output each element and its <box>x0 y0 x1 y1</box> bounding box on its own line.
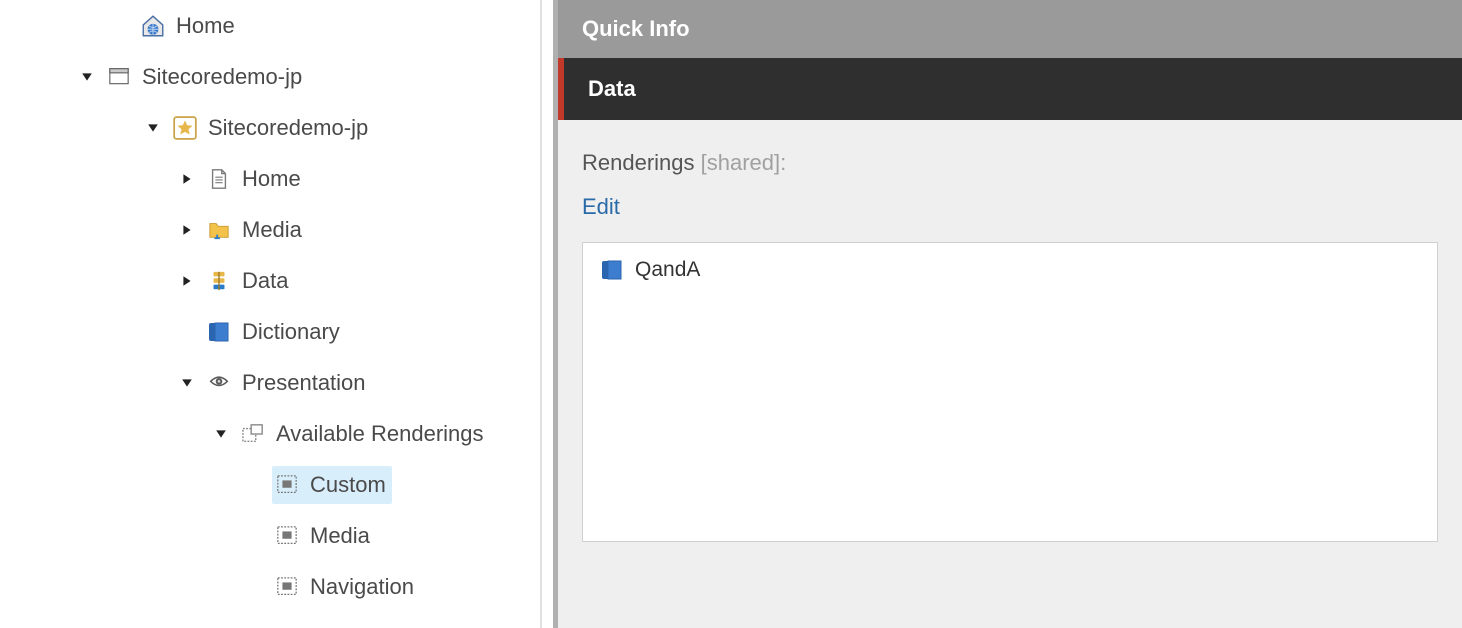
field-name: Renderings <box>582 150 695 175</box>
section-header-data[interactable]: Data <box>558 58 1462 120</box>
tree-node-label: Presentation <box>242 370 366 396</box>
data-stack-icon <box>206 268 232 294</box>
tree-node-label: Home <box>242 166 301 192</box>
section-title: Data <box>588 76 636 101</box>
tree-node-media[interactable]: Media <box>0 204 540 255</box>
tree-node-dictionary[interactable]: Dictionary <box>0 306 540 357</box>
app-root: Home Sitecoredemo-jp <box>0 0 1462 628</box>
expand-arrow-right-icon[interactable] <box>178 170 196 188</box>
tree-node-home-root[interactable]: Home <box>0 0 540 51</box>
section-title: Quick Info <box>582 16 690 41</box>
tree-node-label: Navigation <box>310 574 414 600</box>
tree-node-label: Dictionary <box>242 319 340 345</box>
tree-node-available-renderings[interactable]: Available Renderings <box>0 408 540 459</box>
tree-node-label: Media <box>242 217 302 243</box>
field-shared-indicator: [shared]: <box>701 150 787 175</box>
home-globe-icon <box>140 13 166 39</box>
renderings-icon <box>240 421 266 447</box>
expand-arrow-right-icon[interactable] <box>178 221 196 239</box>
book-icon <box>599 257 625 283</box>
window-icon <box>106 64 132 90</box>
expand-arrow-right-icon[interactable] <box>178 272 196 290</box>
content-editor-panel: Quick Info Data Renderings [shared]: Edi… <box>558 0 1462 628</box>
edit-link[interactable]: Edit <box>582 194 620 220</box>
tree-node-rendering-navigation[interactable]: Navigation <box>0 561 540 612</box>
document-icon <box>206 166 232 192</box>
field-renderings: Renderings [shared]: Edit <box>558 120 1462 232</box>
tree-node-label: Custom <box>310 472 386 498</box>
tree-node-presentation[interactable]: Presentation <box>0 357 540 408</box>
rendering-item[interactable]: QandA <box>599 257 1421 283</box>
expand-arrow-down-icon[interactable] <box>144 119 162 137</box>
expand-arrow-down-icon[interactable] <box>178 374 196 392</box>
selection-icon <box>274 472 300 498</box>
tree-node-label: Available Renderings <box>276 421 484 447</box>
book-icon <box>206 319 232 345</box>
star-box-icon <box>172 115 198 141</box>
tree-node-home[interactable]: Home <box>0 153 540 204</box>
content-tree-panel: Home Sitecoredemo-jp <box>0 0 540 628</box>
selection-icon <box>274 523 300 549</box>
renderings-list-box: QandA <box>582 242 1438 542</box>
expand-arrow-down-icon[interactable] <box>78 68 96 86</box>
tree-node-rendering-media[interactable]: Media <box>0 510 540 561</box>
selection-icon <box>274 574 300 600</box>
tree-node-label: Data <box>242 268 288 294</box>
tree-node-label: Home <box>176 13 235 39</box>
expand-arrow-down-icon[interactable] <box>212 425 230 443</box>
field-label: Renderings [shared]: <box>582 150 1438 176</box>
tree-node-site[interactable]: Sitecoredemo-jp <box>0 51 540 102</box>
section-header-quickinfo[interactable]: Quick Info <box>558 0 1462 58</box>
tree-node-label: Sitecoredemo-jp <box>142 64 302 90</box>
panel-splitter[interactable] <box>540 0 558 628</box>
eye-icon <box>206 370 232 396</box>
tree-node-label: Sitecoredemo-jp <box>208 115 368 141</box>
tree-node-label: Media <box>310 523 370 549</box>
rendering-item-label: QandA <box>635 258 700 282</box>
tree-node-data[interactable]: Data <box>0 255 540 306</box>
tree-node-custom[interactable]: Custom <box>0 459 540 510</box>
folder-link-icon <box>206 217 232 243</box>
tree-node-site-inner[interactable]: Sitecoredemo-jp <box>0 102 540 153</box>
